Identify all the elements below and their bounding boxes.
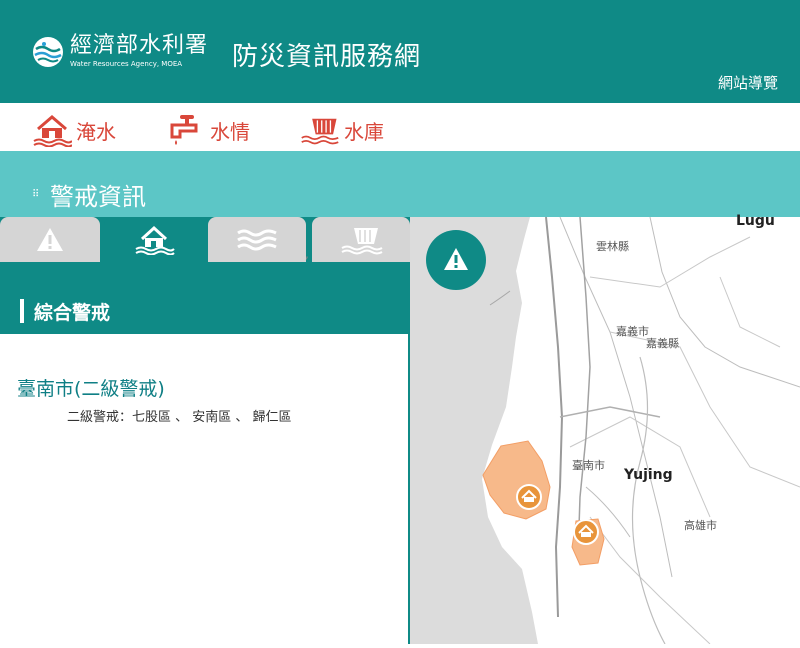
nav-label-reservoir: 水庫 (344, 119, 384, 144)
nav-label-flood: 淹水 (76, 119, 116, 144)
dam-icon (301, 118, 339, 145)
summary-marker (20, 299, 24, 323)
map-label-tainan: 臺南市 (572, 459, 605, 472)
site-title: 防災資訊服務網 (232, 42, 422, 72)
water-globe-icon (33, 36, 63, 67)
tab-separator: , (305, 247, 309, 261)
flood-marker-2[interactable] (573, 519, 599, 545)
site-header: 經濟部水利署 Water Resources Agency, MOEA 防災資訊… (0, 0, 800, 103)
agency-logo[interactable]: 經濟部水利署 Water Resources Agency, MOEA (32, 34, 208, 69)
section-title: 警戒資訊 (50, 183, 146, 211)
warning-icon (444, 248, 468, 270)
nav-item-reservoir[interactable]: 水庫 (300, 113, 384, 147)
nav-item-flood[interactable]: 淹水 (32, 113, 116, 147)
flood-house-icon (135, 225, 175, 255)
tab-warning[interactable] (0, 217, 100, 262)
map-label-kaohsiung: 高雄市 (684, 519, 717, 532)
flood-house-icon (33, 115, 72, 147)
tab-flood[interactable] (104, 217, 204, 262)
tab-reservoir[interactable] (312, 217, 410, 262)
map-label-yunlin: 雲林縣 (596, 240, 629, 253)
warning-icon (37, 227, 63, 251)
alert-panel: , 綜合警戒 臺南市(二級警戒) 二級警戒：七股區 、 安南區 、 歸仁區 (0, 217, 410, 644)
map-warning-button[interactable] (426, 230, 486, 290)
alert-tabbar: , (0, 217, 410, 262)
sitemap-link[interactable]: 網站導覽 (718, 72, 778, 93)
flood-marker-1[interactable] (516, 484, 542, 510)
faucet-icon (170, 115, 198, 145)
alert-list: 臺南市(二級警戒) 二級警戒：七股區 、 安南區 、 歸仁區 (0, 334, 410, 644)
agency-english-name: Water Resources Agency, MOEA (70, 60, 183, 68)
map-label-lugu: Lugu (736, 213, 775, 229)
dam-icon (341, 227, 383, 254)
summary-title: 綜合警戒 (34, 302, 111, 324)
agency-name: 經濟部水利署 (70, 33, 209, 58)
map-label-yujing: Yujing (624, 467, 673, 483)
main-nav: 淹水 水情 水庫 (0, 103, 800, 151)
map-label-chiayi-city: 嘉義市 (616, 325, 649, 338)
map-label-chiayi-county: 嘉義縣 (646, 337, 679, 350)
nav-item-water-status[interactable]: 水情 (166, 113, 250, 147)
tab-water-level[interactable] (208, 217, 306, 262)
nav-label-water-status: 水情 (210, 119, 250, 144)
waves-icon (237, 229, 277, 250)
alert-city-title[interactable]: 臺南市(二級警戒) (17, 374, 165, 401)
alert-detail: 二級警戒：七股區 、 安南區 、 歸仁區 (67, 410, 292, 425)
section-bar: ⠿ 警戒資訊 (0, 151, 800, 217)
section-dots-icon: ⠿ (32, 189, 39, 200)
